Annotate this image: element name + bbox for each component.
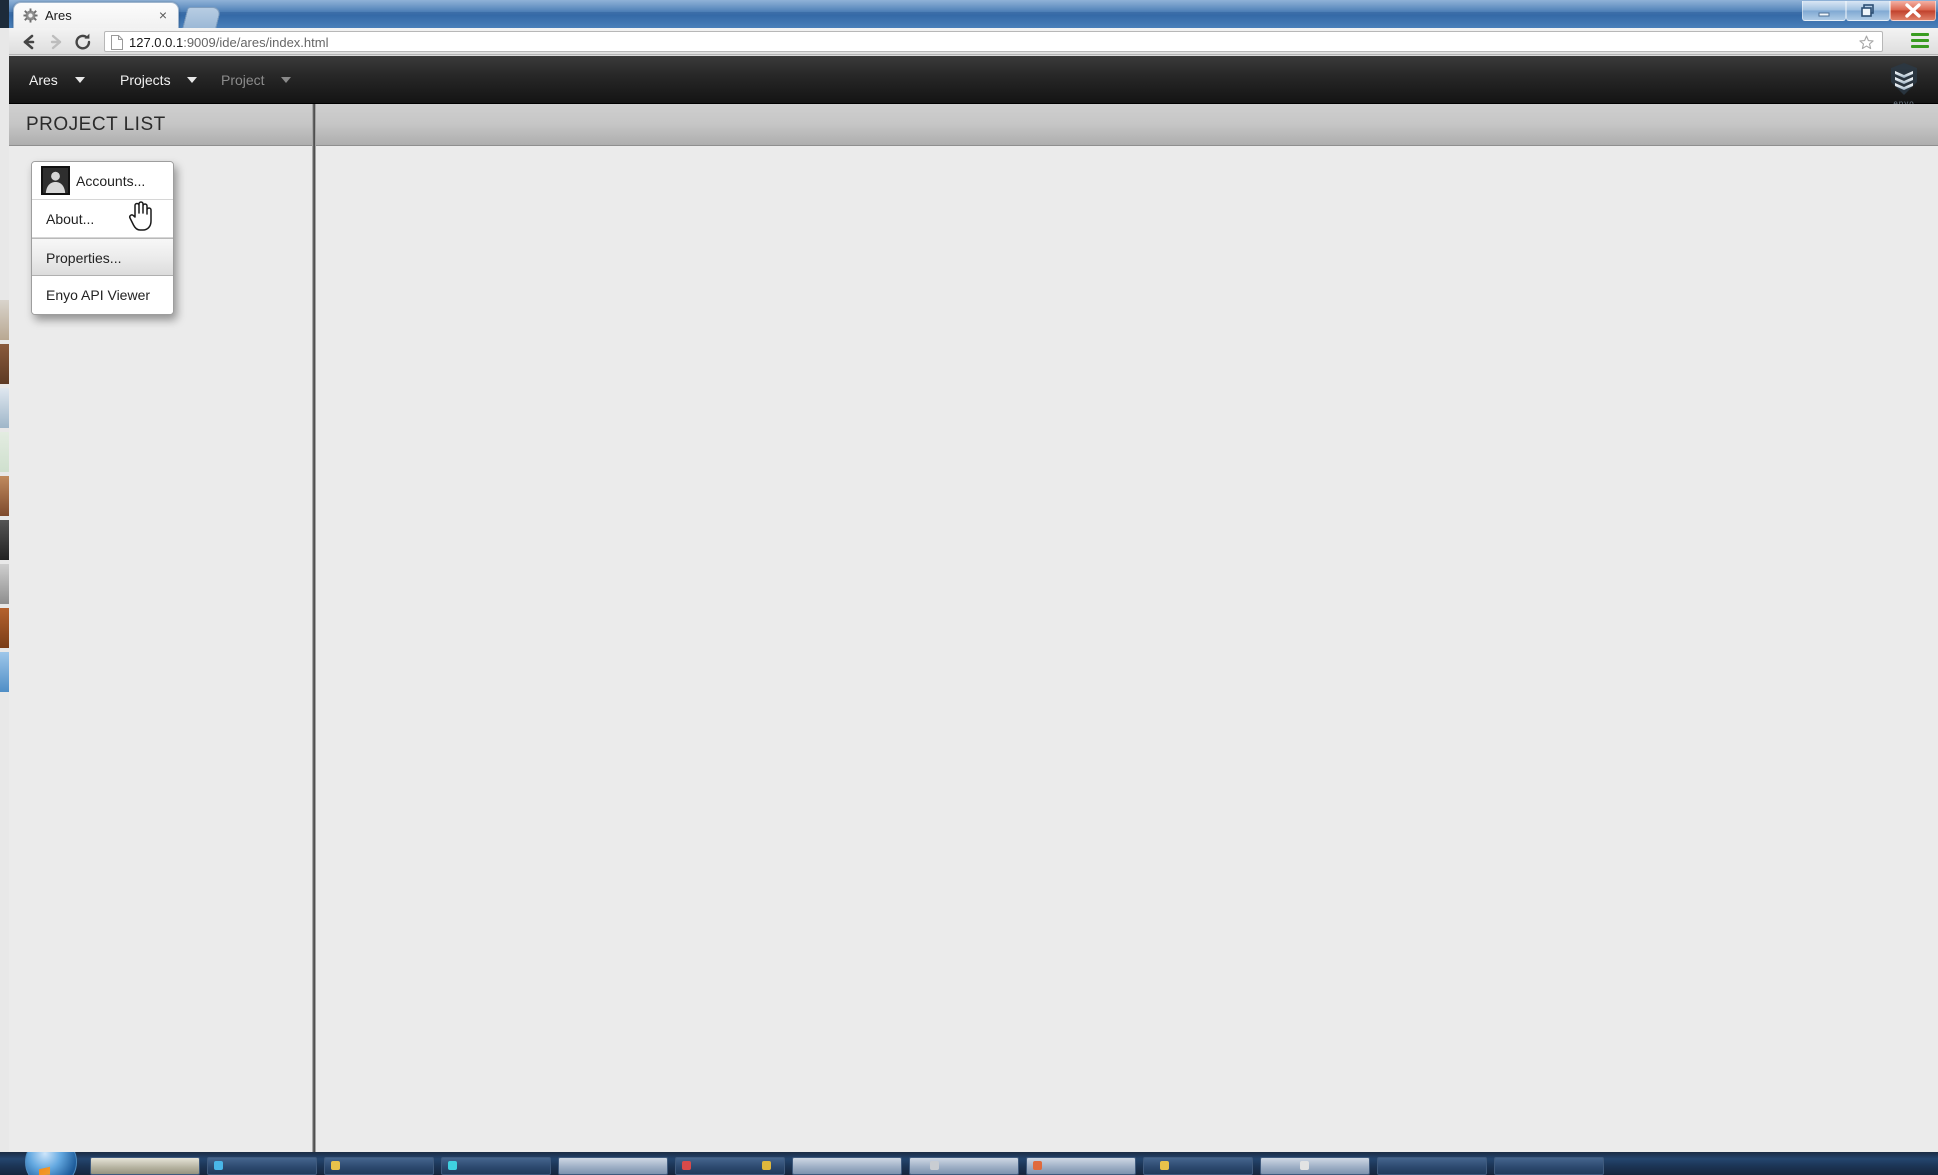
dropdown-item-properties[interactable]: Properties... — [32, 238, 173, 276]
dropdown-item-enyo-api-viewer[interactable]: Enyo API Viewer — [32, 276, 173, 314]
back-arrow-icon[interactable] — [18, 32, 40, 52]
enyo-chevron-shield-icon — [1891, 63, 1917, 95]
menu-line — [1911, 33, 1929, 36]
dropdown-item-enyo-api-viewer-label: Enyo API Viewer — [46, 287, 151, 303]
taskbar-icon — [1160, 1161, 1169, 1170]
browser-window: Ares × 127.0.0.1:9009/ide/ares/index.htm… — [9, 0, 1938, 1152]
gear-favicon-icon — [23, 8, 38, 23]
close-icon — [1905, 2, 1921, 18]
enyo-logo: enyo — [1882, 62, 1926, 108]
ares-application: Ares Projects Project PROJECT LIST Accou… — [9, 56, 1938, 1152]
taskbar-icon — [448, 1161, 457, 1170]
url-host: 127.0.0.1 — [129, 35, 184, 50]
forward-arrow-icon — [50, 34, 62, 50]
chrome-menu-icon[interactable] — [1911, 33, 1929, 49]
address-bar-url: 127.0.0.1:9009/ide/ares/index.html — [129, 34, 328, 51]
menu-item-projects-label: Projects — [120, 72, 171, 88]
taskbar-button[interactable] — [1494, 1157, 1604, 1175]
project-list-header: PROJECT LIST — [9, 104, 315, 146]
dropdown-item-about-label: About... — [46, 211, 95, 227]
user-avatar-icon — [41, 166, 70, 195]
dropdown-item-properties-label: Properties... — [46, 250, 122, 266]
ares-menubar: Ares Projects Project — [9, 56, 1938, 108]
taskbar-button[interactable] — [1377, 1157, 1487, 1175]
taskbar-button[interactable] — [792, 1157, 902, 1175]
menu-item-ares[interactable]: Ares — [29, 68, 85, 92]
main-content-panel — [316, 104, 1938, 1152]
taskbar-button[interactable] — [558, 1157, 668, 1175]
taskbar-icon — [930, 1161, 939, 1170]
ares-dropdown-menu: Accounts... About... Properties... Enyo … — [31, 161, 174, 315]
windows-taskbar — [0, 1152, 1938, 1175]
dropdown-item-about[interactable]: About... — [32, 200, 173, 238]
taskbar-icon — [214, 1161, 223, 1170]
browser-titlebar: Ares × — [9, 0, 1938, 28]
browser-tab-title: Ares — [45, 8, 72, 23]
browser-tab-ares[interactable]: Ares × — [13, 2, 179, 28]
minimize-icon — [1818, 12, 1830, 16]
start-button[interactable] — [25, 1152, 77, 1175]
main-content-body[interactable] — [316, 147, 1938, 1152]
maximize-icon — [1861, 3, 1874, 17]
dropdown-item-accounts-label: Accounts... — [76, 173, 146, 189]
taskbar-button[interactable] — [324, 1157, 434, 1175]
window-minimize-button[interactable] — [1802, 1, 1846, 21]
taskbar-icon — [762, 1161, 771, 1170]
taskbar-icon — [1033, 1161, 1042, 1170]
main-content-header — [316, 104, 1938, 146]
bookmark-star-icon[interactable] — [1859, 35, 1874, 50]
address-bar[interactable]: 127.0.0.1:9009/ide/ares/index.html — [104, 31, 1883, 52]
window-maximize-button[interactable] — [1846, 1, 1890, 21]
project-list-title: PROJECT LIST — [26, 114, 166, 135]
url-path: :9009/ide/ares/index.html — [183, 35, 329, 50]
chevron-down-icon — [74, 77, 85, 84]
taskbar-icon — [1300, 1161, 1309, 1170]
chevron-down-icon — [187, 77, 198, 84]
menu-line — [1911, 39, 1929, 42]
menu-line — [1911, 45, 1929, 48]
reload-icon[interactable] — [72, 32, 94, 52]
menu-item-project-label: Project — [221, 72, 265, 88]
taskbar-button[interactable] — [909, 1157, 1019, 1175]
window-close-button[interactable] — [1890, 1, 1936, 21]
tab-close-icon[interactable]: × — [156, 8, 170, 22]
taskbar-button[interactable] — [441, 1157, 551, 1175]
taskbar-icon — [331, 1161, 340, 1170]
menu-item-project: Project — [221, 68, 292, 92]
taskbar-button[interactable] — [90, 1157, 200, 1175]
menu-item-projects[interactable]: Projects — [120, 68, 198, 92]
browser-toolbar: 127.0.0.1:9009/ide/ares/index.html — [9, 28, 1938, 55]
page-document-icon — [111, 35, 123, 50]
new-tab-button[interactable] — [182, 7, 222, 28]
taskbar-button[interactable] — [1260, 1157, 1370, 1175]
dropdown-item-accounts[interactable]: Accounts... — [32, 162, 173, 200]
taskbar-icon — [682, 1161, 691, 1170]
taskbar-button[interactable] — [1026, 1157, 1136, 1175]
chevron-down-icon — [281, 77, 292, 84]
menu-item-ares-label: Ares — [29, 72, 58, 88]
taskbar-button[interactable] — [207, 1157, 317, 1175]
